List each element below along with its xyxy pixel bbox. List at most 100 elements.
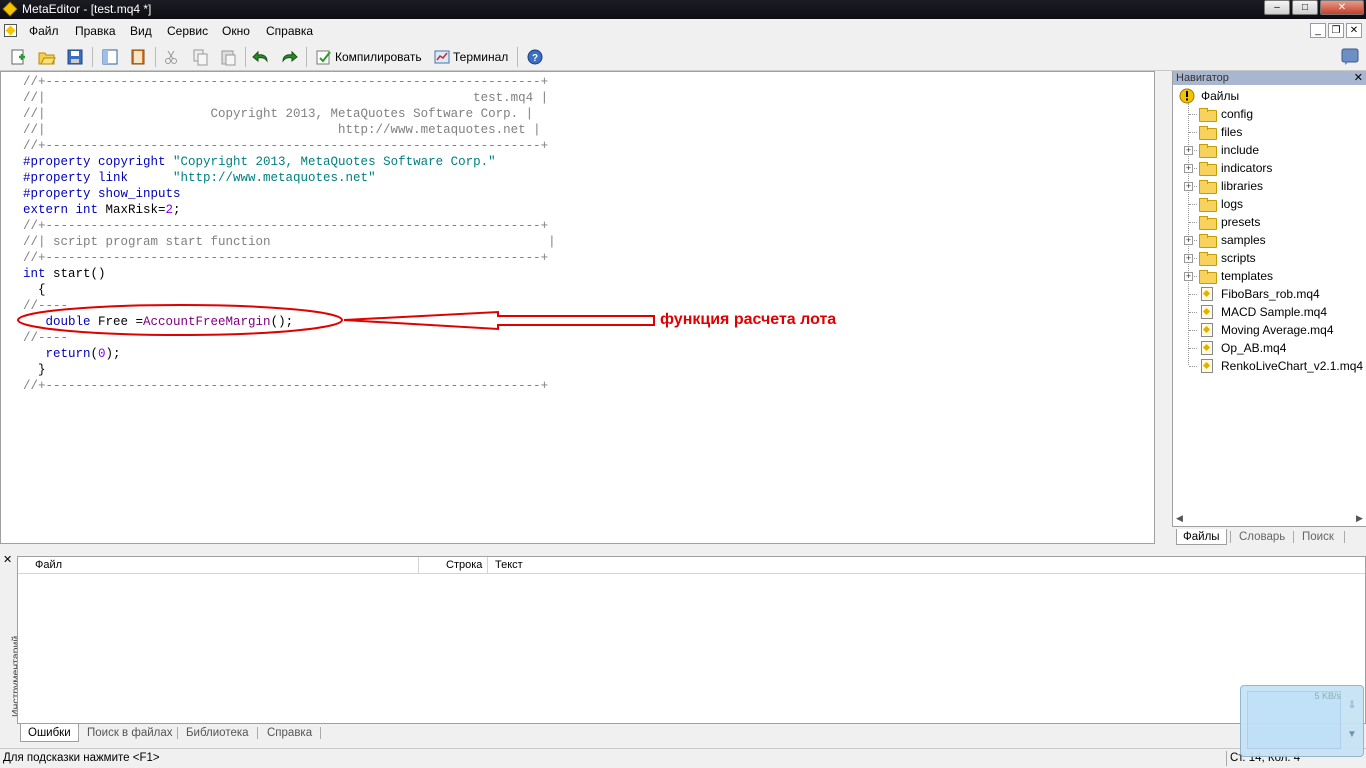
minimize-window-button[interactable]: – [1264, 0, 1290, 15]
code-line[interactable]: //+-------------------------------------… [23, 74, 556, 90]
expand-plus-icon[interactable]: + [1184, 164, 1193, 173]
errors-list[interactable]: Файл Строка Текст [17, 556, 1366, 724]
navigator-scrollbar[interactable]: ◀ ▶ [1176, 513, 1366, 527]
undo-button[interactable] [250, 47, 272, 67]
mdi-minimize-button[interactable]: _ [1310, 23, 1326, 38]
mdi-close-button[interactable]: ✕ [1346, 23, 1362, 38]
code-line[interactable]: //---- [23, 330, 556, 346]
tab-dictionary[interactable]: Словарь [1239, 529, 1285, 545]
notification-button[interactable] [1339, 47, 1361, 67]
tab-find-in-files[interactable]: Поиск в файлах [87, 724, 173, 742]
tree-folder-include[interactable]: include [1199, 141, 1259, 159]
column-line[interactable]: Строка [446, 559, 482, 571]
code-token: //| Copyright 2013, MetaQuotes Software … [23, 107, 534, 121]
menu-window[interactable]: Окно [222, 24, 250, 38]
code-line[interactable]: #property show_inputs [23, 186, 556, 202]
compile-check-icon [316, 50, 331, 65]
menu-service[interactable]: Сервис [167, 24, 208, 38]
code-token: int [23, 267, 54, 281]
column-text[interactable]: Текст [495, 559, 523, 571]
tree-file[interactable]: FiboBars_rob.mq4 [1199, 285, 1320, 303]
code-line[interactable]: { [23, 282, 556, 298]
menu-view[interactable]: Вид [130, 24, 152, 38]
toggle-navigator-button[interactable] [99, 47, 121, 67]
folder-icon [1199, 126, 1217, 140]
network-meter-widget[interactable]: 5 KB/s ⇩ ▼ [1240, 685, 1364, 757]
tree-item-label: include [1221, 143, 1260, 157]
tab-files[interactable]: Файлы [1176, 529, 1227, 545]
mdi-restore-button[interactable]: ❐ [1328, 23, 1344, 38]
tree-folder-logs[interactable]: logs [1199, 195, 1243, 213]
code-editor[interactable]: //+-------------------------------------… [0, 71, 1155, 544]
tab-help[interactable]: Справка [267, 724, 312, 742]
tree-folder-files[interactable]: files [1199, 123, 1242, 141]
tree-file[interactable]: Op_AB.mq4 [1199, 339, 1286, 357]
code-line[interactable]: //---- [23, 298, 556, 314]
menu-help[interactable]: Справка [266, 24, 313, 38]
cut-button[interactable] [160, 47, 182, 67]
paste-button[interactable] [217, 47, 239, 67]
code-line[interactable]: //+-------------------------------------… [23, 378, 556, 394]
new-file-button[interactable] [7, 47, 29, 67]
code-line[interactable]: //| script program start function | [23, 234, 556, 250]
copy-button[interactable] [189, 47, 211, 67]
menu-file[interactable]: Файл [29, 24, 59, 38]
save-button[interactable] [64, 47, 86, 67]
code-line[interactable]: double Free =AccountFreeMargin(); [23, 314, 556, 330]
expand-plus-icon[interactable]: + [1184, 236, 1193, 245]
undo-arrow-icon [252, 50, 268, 63]
tree-file[interactable]: Moving Average.mq4 [1199, 321, 1334, 339]
scroll-left-arrow-icon[interactable]: ◀ [1176, 513, 1183, 524]
code-line[interactable]: //| http://www.metaquotes.net | [23, 122, 556, 138]
tab-errors[interactable]: Ошибки [20, 724, 79, 742]
expand-plus-icon[interactable]: + [1184, 182, 1193, 191]
tree-folder-libraries[interactable]: libraries [1199, 177, 1263, 195]
code-line[interactable]: #property copyright "Copyright 2013, Met… [23, 154, 556, 170]
redo-button[interactable] [278, 47, 300, 67]
column-file[interactable]: Файл [35, 559, 62, 571]
open-file-button[interactable] [36, 47, 58, 67]
mq4-file-icon [1201, 359, 1213, 373]
code-line[interactable]: return(0); [23, 346, 556, 362]
tree-folder-indicators[interactable]: indicators [1199, 159, 1272, 177]
code-line[interactable]: //| test.mq4 | [23, 90, 556, 106]
expand-plus-icon[interactable]: + [1184, 254, 1193, 263]
code-line[interactable]: } [23, 362, 556, 378]
compile-button[interactable]: Компилировать [316, 47, 422, 67]
column-divider[interactable] [487, 557, 488, 573]
dictionary-button[interactable] [127, 47, 149, 67]
tree-folder-scripts[interactable]: scripts [1199, 249, 1256, 267]
code-line[interactable]: int start() [23, 266, 556, 282]
column-divider[interactable] [418, 557, 419, 573]
tree-folder-presets[interactable]: presets [1199, 213, 1260, 231]
scroll-right-arrow-icon[interactable]: ▶ [1356, 513, 1363, 524]
code-line[interactable]: //| Copyright 2013, MetaQuotes Software … [23, 106, 556, 122]
tree-folder-config[interactable]: config [1199, 105, 1253, 123]
expand-plus-icon[interactable]: + [1184, 146, 1193, 155]
close-window-button[interactable]: ✕ [1320, 0, 1364, 15]
document-system-menu-icon[interactable] [4, 24, 17, 37]
menu-edit[interactable]: Правка [75, 24, 116, 38]
expand-plus-icon[interactable]: + [1184, 272, 1193, 281]
code-line[interactable]: //+-------------------------------------… [23, 250, 556, 266]
tree-file[interactable]: MACD Sample.mq4 [1199, 303, 1327, 321]
tree-file[interactable]: RenkoLiveChart_v2.1.mq4 [1199, 357, 1363, 375]
close-toolbox-icon[interactable]: ✕ [3, 553, 12, 566]
close-navigator-icon[interactable]: ✕ [1354, 71, 1363, 85]
code-token: //| script program start function | [23, 235, 556, 249]
maximize-window-button[interactable]: □ [1292, 0, 1318, 15]
help-button[interactable]: ? [524, 47, 546, 67]
code-line[interactable]: extern int MaxRisk=2; [23, 202, 556, 218]
terminal-button[interactable]: Терминал [434, 47, 508, 67]
code-line[interactable]: //+-------------------------------------… [23, 218, 556, 234]
code-text[interactable]: //+-------------------------------------… [23, 74, 556, 394]
code-line[interactable]: #property link "http://www.metaquotes.ne… [23, 170, 556, 186]
folder-icon [1199, 252, 1217, 266]
tab-search[interactable]: Поиск [1302, 529, 1334, 545]
tree-folder-templates[interactable]: templates [1199, 267, 1273, 285]
code-line[interactable]: //+-------------------------------------… [23, 138, 556, 154]
folder-icon [1199, 180, 1217, 194]
widget-scroll[interactable]: ⇩ ▼ [1345, 692, 1359, 748]
tab-library[interactable]: Библиотека [186, 724, 249, 742]
tree-folder-samples[interactable]: samples [1199, 231, 1266, 249]
